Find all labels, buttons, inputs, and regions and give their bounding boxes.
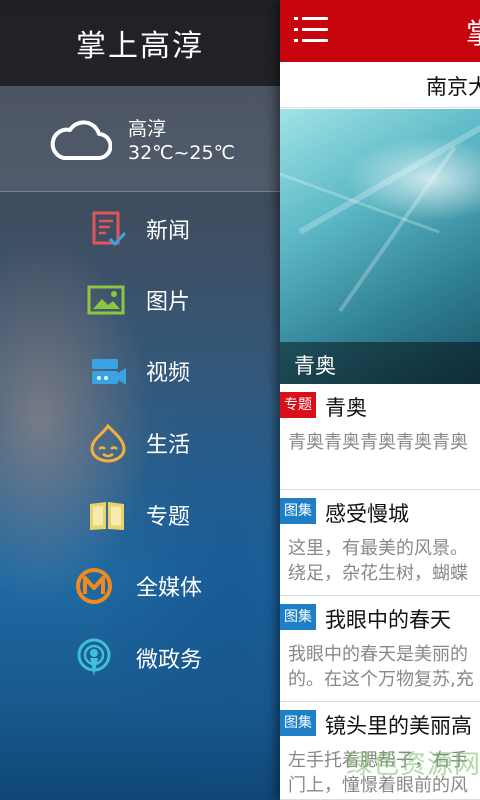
menu-label-pictures: 图片 (146, 290, 191, 315)
cloud-icon (50, 120, 112, 160)
menu-label-all-media: 全媒体 (136, 576, 203, 601)
menu-item-topics[interactable]: 专题 (0, 480, 280, 550)
list-item[interactable]: 图集 感受慢城 这里，有最美的风景。 绕足，杂花生树，蝴蝶 (280, 490, 480, 596)
news-icon (92, 211, 127, 247)
menu-item-news[interactable]: 新闻 (0, 194, 280, 264)
microphone-icon (77, 638, 111, 676)
gallery-badge: 图集 (280, 604, 316, 630)
allmedia-m-icon (76, 568, 112, 604)
menu-item-micro-government[interactable]: 微政务 (0, 623, 280, 693)
article-title: 镜头里的美丽高 (325, 714, 472, 738)
article-title: 青奥 (325, 396, 367, 420)
life-face-icon (90, 423, 126, 463)
weather-city: 高淳 (128, 118, 167, 140)
featured-banner[interactable]: 青奥 (280, 109, 480, 384)
gallery-badge: 图集 (280, 498, 316, 524)
open-book-icon (90, 502, 124, 530)
article-summary: 青奥青奥青奥青奥青奥 (288, 432, 468, 453)
top-app-bar: 掌 (280, 0, 480, 62)
list-item[interactable]: 专题 青奥 青奥青奥青奥青奥青奥 (280, 384, 480, 490)
menu-label-video: 视频 (146, 361, 191, 386)
menu-label-micro-government: 微政务 (136, 648, 203, 673)
banner-caption-text: 青奥 (294, 354, 336, 378)
main-content-panel: 掌 南京大 青奥 专题 青奥 青奥青奥青奥青奥青奥 图集 感受慢城 这里，有最美… (280, 0, 480, 800)
list-item[interactable]: 图集 我眼中的春天 我眼中的春天是美丽的 的。在这个万物复苏,充 (280, 596, 480, 702)
article-summary: 我眼中的春天是美丽的 的。在这个万物复苏,充 (288, 644, 474, 690)
menu-item-video[interactable]: 视频 (0, 336, 280, 406)
menu-label-topics: 专题 (146, 505, 191, 530)
article-summary: 这里，有最美的风景。 绕足，杂花生树，蝴蝶 (288, 538, 468, 584)
topic-badge: 专题 (280, 392, 316, 418)
site-watermark: 绿色资源网 (346, 750, 480, 780)
app-bar-title: 掌 (466, 12, 480, 52)
video-camera-icon (92, 359, 126, 385)
banner-caption: 青奥 (280, 342, 480, 384)
picture-icon (87, 285, 125, 315)
drawer-app-title: 掌上高淳 (0, 0, 280, 86)
menu-item-life[interactable]: 生活 (0, 408, 280, 478)
menu-label-news: 新闻 (146, 219, 191, 244)
menu-item-all-media[interactable]: 全媒体 (0, 551, 280, 621)
navigation-drawer: 掌上高淳 高淳 32℃~25℃ 新闻 图片 视频 生活 专题 全媒体 微政务 (0, 0, 280, 800)
weather-widget[interactable]: 高淳 32℃~25℃ (0, 86, 280, 192)
gallery-badge: 图集 (280, 710, 316, 736)
menu-item-pictures[interactable]: 图片 (0, 265, 280, 335)
subheader-text: 南京大 (426, 75, 480, 99)
channel-subheader[interactable]: 南京大 (280, 62, 480, 108)
article-title: 我眼中的春天 (325, 608, 451, 632)
article-title: 感受慢城 (325, 502, 409, 526)
menu-toggle-icon[interactable] (294, 15, 328, 45)
weather-temperature: 32℃~25℃ (128, 142, 235, 164)
menu-label-life: 生活 (146, 433, 191, 458)
